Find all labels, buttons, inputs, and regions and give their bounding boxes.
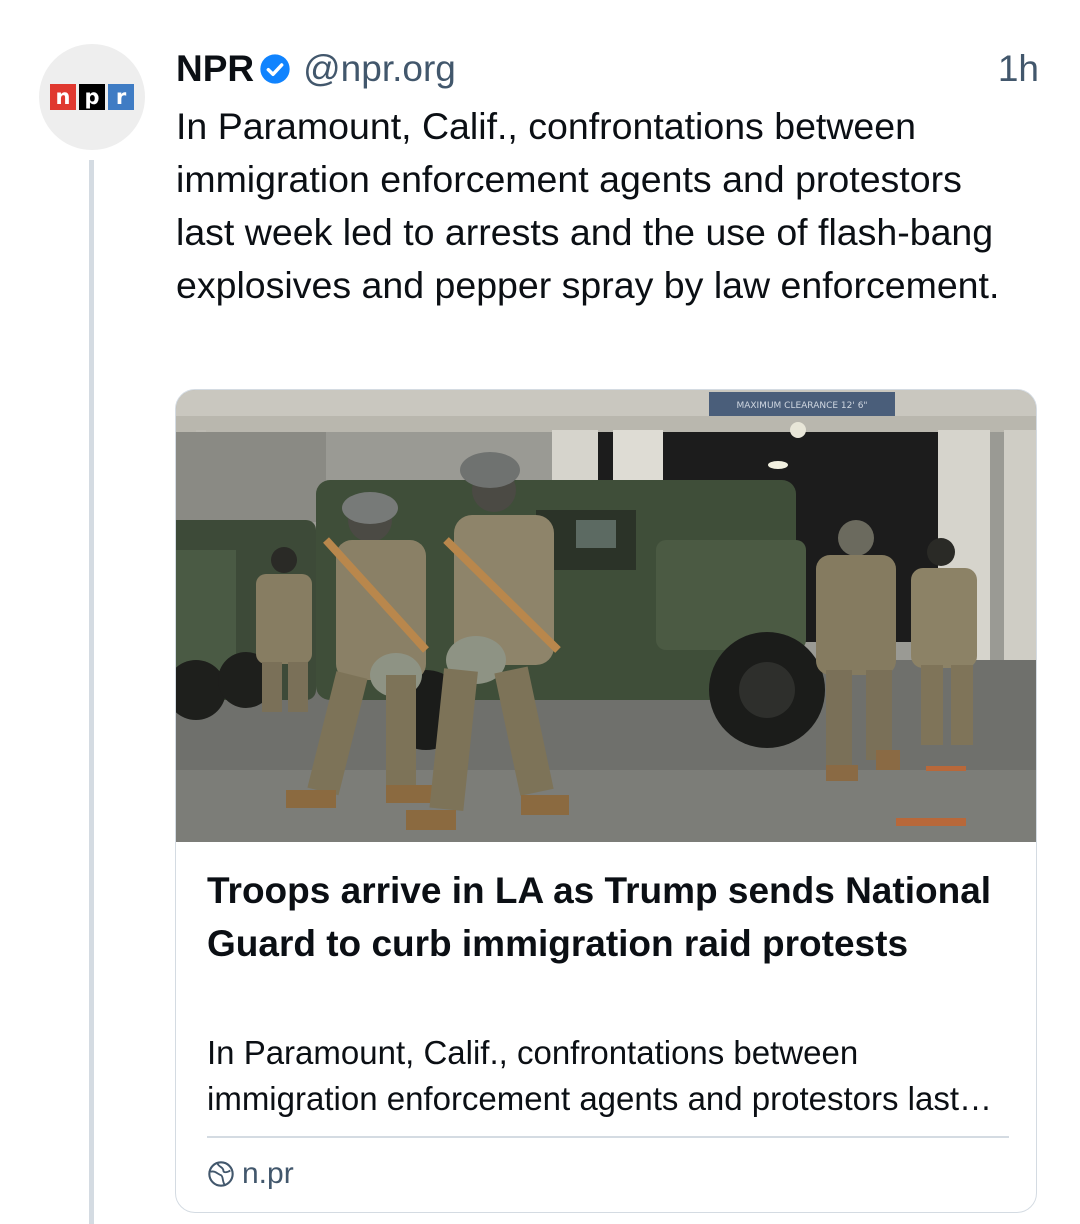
- handle[interactable]: @npr.org: [303, 48, 456, 90]
- npr-logo-letter-n: n: [50, 84, 76, 110]
- link-card[interactable]: MAXIMUM CLEARANCE 12' 6" Troops arrive i…: [175, 389, 1037, 1213]
- npr-logo-letter-p: p: [79, 84, 105, 110]
- npr-logo-letter-r: r: [108, 84, 134, 110]
- timestamp[interactable]: 1h: [998, 44, 1039, 94]
- avatar[interactable]: n p r: [39, 44, 145, 150]
- link-card-domain[interactable]: n.pr: [207, 1152, 294, 1196]
- clearance-sign-text: MAXIMUM CLEARANCE 12' 6": [736, 401, 867, 411]
- post-header: NPR @npr.org: [176, 44, 456, 94]
- link-card-description: In Paramount, Calif., confrontations bet…: [207, 1034, 960, 1117]
- troops-photo: MAXIMUM CLEARANCE 12' 6": [176, 390, 1036, 842]
- globe-icon: [208, 1161, 234, 1187]
- link-card-image[interactable]: MAXIMUM CLEARANCE 12' 6": [176, 390, 1036, 842]
- verified-badge-icon[interactable]: [259, 53, 291, 85]
- thread-line: [89, 160, 94, 1224]
- post-text: In Paramount, Calif., confrontations bet…: [176, 105, 1000, 306]
- display-name[interactable]: NPR: [176, 48, 254, 90]
- npr-logo: n p r: [50, 84, 134, 110]
- link-card-title[interactable]: Troops arrive in LA as Trump sends Natio…: [207, 864, 1007, 970]
- link-card-domain-text: n.pr: [242, 1157, 294, 1190]
- link-card-divider: [207, 1136, 1009, 1138]
